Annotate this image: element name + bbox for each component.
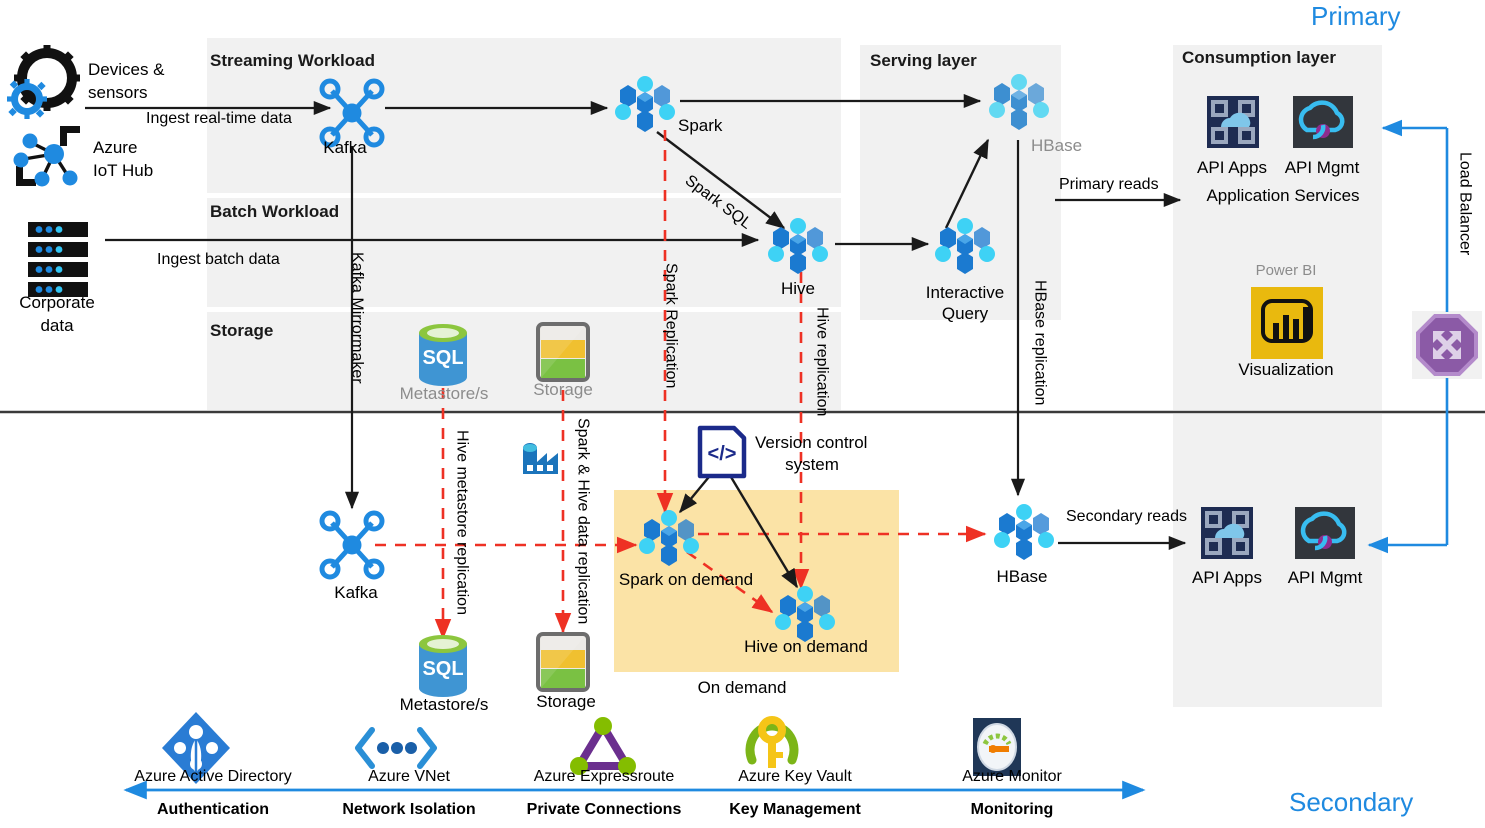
secondary-region-label: Secondary bbox=[1289, 787, 1414, 817]
node-label-storage-primary: Storage bbox=[533, 380, 593, 399]
hive-cluster-icon bbox=[759, 212, 837, 284]
svg-text:SQL: SQL bbox=[422, 658, 463, 680]
node-label-spark-on-demand: Spark on demand bbox=[618, 570, 754, 589]
node-label-metastore-primary: Metastore/s bbox=[399, 384, 489, 403]
footer-capability-3: Key Management bbox=[729, 801, 861, 818]
node-label-kafka-secondary: Kafka bbox=[334, 583, 378, 602]
application-services-label: Application Services bbox=[1206, 186, 1360, 205]
footer-service-name-3: Azure Key Vault bbox=[738, 768, 852, 785]
consumption-api-apps-label-secondary: API Apps bbox=[1192, 568, 1262, 587]
sql-metastore-icon-secondary: SQL bbox=[419, 635, 467, 697]
edge-label-secondary-reads: Secondary reads bbox=[1066, 508, 1187, 525]
node-label-storage-secondary: Storage bbox=[536, 692, 596, 711]
node-label-metastore-secondary: Metastore/s bbox=[399, 695, 489, 714]
consumption-layer-title: Consumption layer bbox=[1182, 48, 1336, 67]
azure-key-vault-icon bbox=[745, 716, 799, 768]
svg-text:</>: </> bbox=[708, 443, 737, 465]
data-factory-icon bbox=[523, 443, 558, 474]
footer-capability-1: Network Isolation bbox=[342, 801, 476, 818]
source-corporate-label-line2: data bbox=[40, 316, 74, 335]
architecture-diagram: SQL SQL </> Primary Secondary Streaming … bbox=[0, 0, 1485, 828]
azure-vnet-icon bbox=[355, 727, 437, 769]
visualization-label: Visualization bbox=[1238, 360, 1334, 379]
footer-service-name-1: Azure VNet bbox=[368, 768, 450, 785]
consumption-api-apps-label-primary: API Apps bbox=[1197, 158, 1267, 177]
node-label-kafka-primary: Kafka bbox=[323, 138, 367, 157]
version-control-icon: </> bbox=[697, 425, 747, 479]
source-iothub-label-line2: IoT Hub bbox=[93, 161, 154, 180]
footer-capability-4: Monitoring bbox=[970, 801, 1054, 818]
edge-label-hive-replication: Hive replication bbox=[813, 307, 831, 417]
server-rack-icon bbox=[28, 222, 88, 297]
gear-sensors-icon bbox=[7, 45, 80, 119]
node-label-version-control-line2: system bbox=[785, 455, 839, 474]
node-label-hive-on-demand: Hive on demand bbox=[744, 637, 868, 656]
power-bi-label: Power BI bbox=[1255, 262, 1317, 279]
swimlane-title-streaming: Streaming Workload bbox=[210, 51, 375, 70]
spark-cluster-icon bbox=[606, 70, 684, 142]
load-balancer-panel bbox=[1412, 311, 1482, 379]
hbase-cluster-icon-secondary bbox=[985, 498, 1063, 570]
node-label-spark: Spark bbox=[678, 116, 723, 135]
source-devices-label-line1: Devices & bbox=[88, 60, 165, 79]
node-label-interactive-query-line1: Interactive bbox=[925, 283, 1005, 302]
interactive-query-cluster-icon bbox=[926, 212, 1004, 284]
azure-expressroute-icon bbox=[570, 717, 636, 775]
edge-label-kafka-mirrormaker: Kafka Mirrormaker bbox=[348, 252, 366, 384]
edge-label-primary-reads: Primary reads bbox=[1059, 176, 1159, 193]
node-label-version-control-line1: Version control bbox=[755, 433, 868, 452]
storage-icon-secondary bbox=[536, 632, 590, 692]
source-devices-label-line2: sensors bbox=[88, 83, 148, 102]
footer-service-name-0: Azure Active Directory bbox=[134, 768, 292, 785]
azure-iot-hub-icon bbox=[13, 126, 80, 187]
node-label-on-demand-group: On demand bbox=[697, 678, 787, 697]
node-label-hbase-secondary: HBase bbox=[996, 567, 1048, 586]
kafka-icon-secondary bbox=[319, 510, 385, 580]
footer-capability-2: Private Connections bbox=[526, 801, 682, 818]
hbase-cluster-icon-primary bbox=[980, 68, 1058, 140]
edge-label-hive-metastore-replication: Hive metastore replication bbox=[453, 430, 471, 615]
footer-capability-0: Authentication bbox=[157, 801, 269, 818]
swimlane-title-storage: Storage bbox=[210, 321, 274, 340]
node-label-hive: Hive bbox=[780, 279, 816, 298]
secondary-consumption-panel bbox=[1173, 414, 1382, 707]
source-corporate-label-line1: Corporate bbox=[19, 293, 95, 312]
footer-service-name-2: Azure Expressroute bbox=[533, 768, 675, 785]
primary-region-label: Primary bbox=[1311, 1, 1401, 31]
swimlane-title-batch: Batch Workload bbox=[210, 202, 340, 221]
spark-on-demand-cluster-icon bbox=[630, 504, 708, 576]
edge-label-spark-replication: Spark Replication bbox=[662, 263, 680, 389]
swimlane-storage-panel bbox=[207, 312, 841, 410]
consumption-api-mgmt-label-primary: API Mgmt bbox=[1284, 158, 1360, 177]
consumption-api-mgmt-label-secondary: API Mgmt bbox=[1287, 568, 1363, 587]
serving-layer-title: Serving layer bbox=[870, 51, 977, 70]
edge-label-spark-hive-data-replication: Spark & Hive data replication bbox=[574, 418, 592, 625]
edge-label-load-balancer: Load Balancer bbox=[1456, 152, 1474, 256]
node-label-hbase-primary: HBase bbox=[1031, 136, 1083, 155]
edge-label-ingest-realtime: Ingest real-time data bbox=[146, 110, 292, 127]
footer-service-name-4: Azure Monitor bbox=[962, 768, 1062, 785]
edge-label-ingest-batch: Ingest batch data bbox=[157, 251, 280, 268]
node-label-interactive-query-line2: Query bbox=[941, 304, 989, 323]
source-iothub-label-line1: Azure bbox=[93, 138, 138, 157]
consumption-layer-panel bbox=[1173, 45, 1382, 410]
edge-label-hbase-replication: HBase replication bbox=[1031, 280, 1049, 406]
